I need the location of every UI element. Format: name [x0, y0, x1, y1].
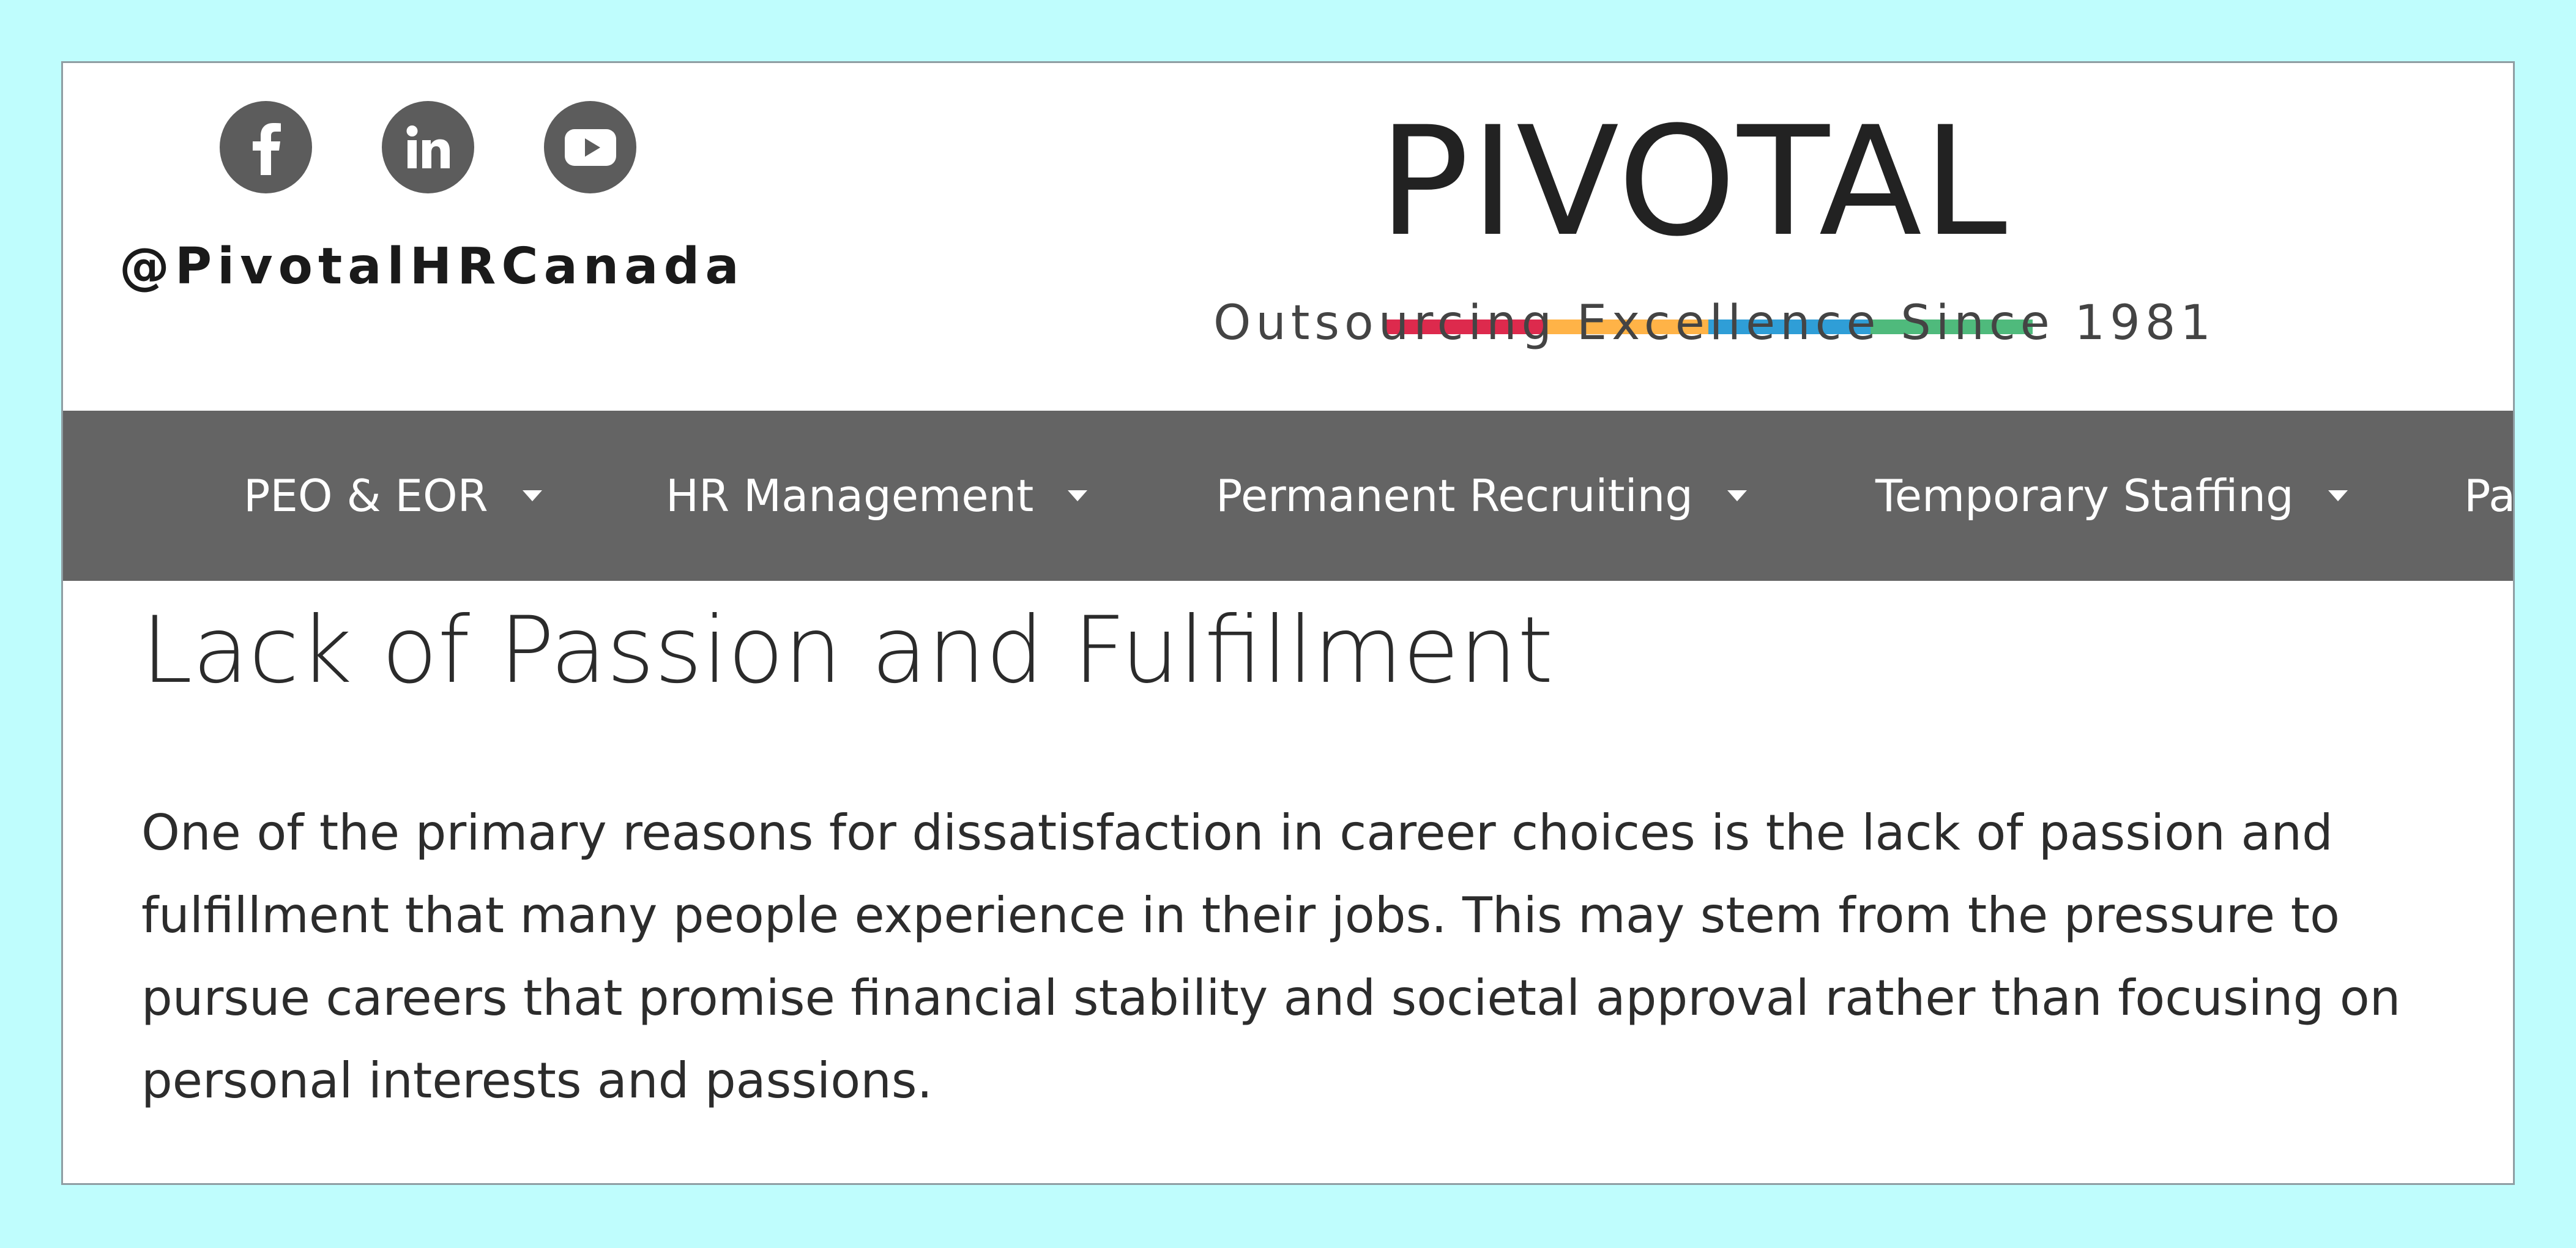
nav-item-label: Pa	[2464, 470, 2515, 521]
body-paragraph: One of the primary reasons for dissatisf…	[141, 804, 2401, 1109]
nav-item-label: Temporary Staffing	[1875, 470, 2294, 521]
main-nav: PEO & EOR HR Management Permanent Recrui…	[63, 411, 2513, 581]
social-handle[interactable]: @PivotalHRCanada	[119, 237, 745, 296]
caret-down-icon	[2328, 490, 2348, 501]
caret-down-icon	[1727, 490, 1747, 501]
caret-down-icon	[1068, 490, 1088, 501]
nav-item-partial[interactable]: Pa	[2464, 411, 2515, 581]
nav-item-hr-management[interactable]: HR Management	[666, 411, 1088, 581]
webpage-frame: @PivotalHRCanada PIVOTAL Outsourcing Exc…	[61, 61, 2515, 1185]
nav-item-permanent-recruiting[interactable]: Permanent Recruiting	[1216, 411, 1747, 581]
social-links	[220, 101, 636, 193]
facebook-icon[interactable]	[220, 101, 312, 193]
section-heading: Lack of Passion and Fulfillment	[141, 597, 1554, 704]
logo-tagline: Outsourcing Excellence Since 1981	[1213, 296, 2216, 351]
logo-wordmark: PIVOTAL	[1379, 95, 2008, 270]
youtube-icon[interactable]	[544, 101, 636, 193]
caret-down-icon	[522, 490, 542, 501]
linkedin-icon[interactable]	[382, 101, 474, 193]
nav-item-label: HR Management	[666, 470, 1034, 521]
nav-item-peo-eor[interactable]: PEO & EOR	[244, 411, 542, 581]
nav-item-temporary-staffing[interactable]: Temporary Staffing	[1875, 411, 2348, 581]
nav-item-label: PEO & EOR	[244, 470, 488, 521]
nav-item-label: Permanent Recruiting	[1216, 470, 1693, 521]
